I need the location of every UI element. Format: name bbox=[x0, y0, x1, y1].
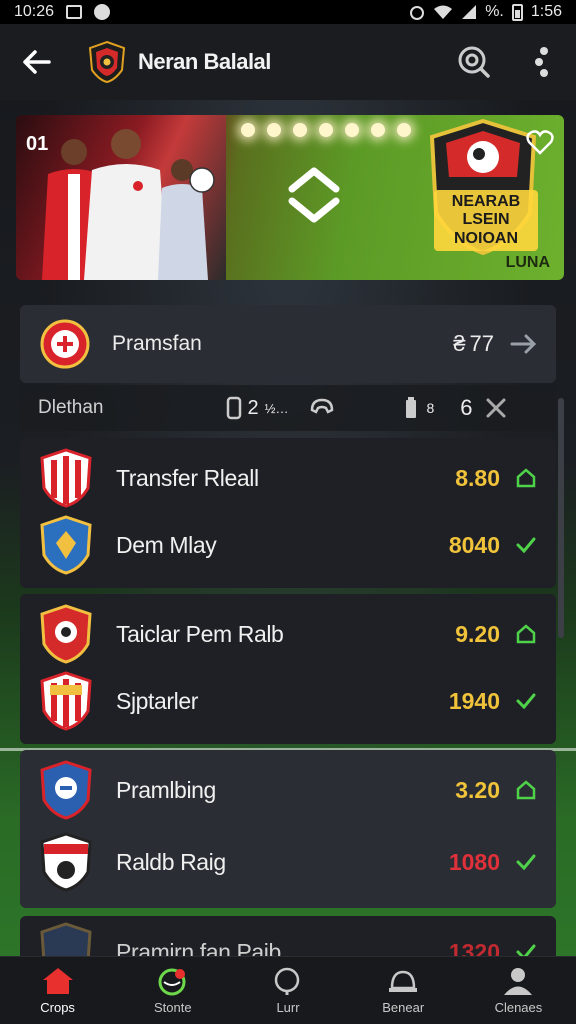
nav-item-search[interactable]: Lurr bbox=[230, 957, 345, 1024]
alarm-icon bbox=[410, 6, 425, 20]
team-row[interactable]: Raldb Raig 1080 bbox=[20, 830, 556, 894]
app-notification-icon bbox=[94, 4, 111, 20]
stadium-lights bbox=[241, 123, 411, 137]
nav-label: Stonte bbox=[154, 1000, 192, 1015]
match-card[interactable]: Pramlbing 3.20 Raldb Raig 1080 bbox=[20, 750, 556, 908]
home-icon bbox=[514, 778, 538, 802]
nav-item-store[interactable]: Stonte bbox=[115, 957, 230, 1024]
home-icon bbox=[42, 968, 73, 994]
search-icon bbox=[458, 46, 490, 78]
team-name: Dem Mlay bbox=[116, 531, 217, 558]
filter-d-value: 6 bbox=[460, 395, 473, 420]
nav-label: Lurr bbox=[276, 1000, 300, 1015]
wifi-icon bbox=[434, 5, 453, 19]
odds-value[interactable]: 8040 bbox=[449, 532, 500, 559]
nav-label: Benear bbox=[382, 1000, 425, 1015]
status-time: 10:26 bbox=[14, 3, 55, 20]
heart-outline-icon[interactable] bbox=[526, 129, 554, 155]
search-button[interactable] bbox=[454, 42, 494, 82]
close-icon[interactable] bbox=[485, 397, 507, 419]
app-logo bbox=[88, 40, 126, 84]
nav-label: Crops bbox=[40, 1000, 75, 1015]
nav-item-profile[interactable]: Clenaes bbox=[461, 957, 576, 1024]
home-icon bbox=[514, 622, 538, 646]
app-bar: Neran Balalal bbox=[0, 24, 576, 100]
bell-icon bbox=[389, 970, 418, 992]
scrollbar[interactable] bbox=[558, 398, 564, 638]
profile-icon bbox=[504, 968, 533, 995]
check-icon bbox=[514, 850, 538, 874]
coin-icon: ₴ bbox=[453, 331, 466, 356]
odds-value[interactable]: 3.20 bbox=[455, 777, 500, 804]
pinned-count: ₴ 77 bbox=[453, 331, 494, 357]
collapse-icon[interactable] bbox=[510, 333, 536, 355]
odds-value[interactable]: 1940 bbox=[449, 688, 500, 715]
ball-icon bbox=[158, 968, 186, 996]
filter-chip-a[interactable]: 2 ½… bbox=[226, 396, 289, 420]
odds-value[interactable]: 9.20 bbox=[455, 621, 500, 648]
battery-filter-icon bbox=[406, 397, 417, 418]
swap-chevrons-icon[interactable] bbox=[284, 163, 344, 227]
club-crest-icon bbox=[40, 319, 90, 369]
status-bar: 10:26 %. 1:56 bbox=[0, 0, 576, 24]
banner-club-name: NEARAB LSEIN NOIOAN bbox=[434, 190, 538, 252]
club-crest-icon bbox=[40, 832, 92, 892]
team-name: Taiclar Pem Ralb bbox=[116, 620, 284, 647]
featured-banner[interactable]: 01 NEARAB LSEIN NOIOAN LUNA bbox=[16, 115, 564, 280]
team-name: Transfer Rleall bbox=[116, 464, 259, 491]
team-row[interactable]: Transfer Rleall 8.80 bbox=[20, 446, 556, 510]
signal-icon bbox=[462, 5, 477, 19]
match-card[interactable]: Transfer Rleall 8.80 Dem Mlay 8040 bbox=[20, 438, 556, 588]
arrow-left-icon bbox=[23, 50, 51, 74]
filter-c-value: 8 bbox=[426, 400, 435, 416]
banner-league-label: LUNA bbox=[505, 254, 550, 271]
banner-players-panel: 01 bbox=[16, 115, 226, 280]
team-name: Raldb Raig bbox=[116, 848, 226, 875]
club-crest-icon bbox=[40, 671, 92, 731]
pinned-team-name: Pramsfan bbox=[112, 332, 202, 355]
search-icon bbox=[274, 967, 300, 995]
status-battery-text: 1:56 bbox=[530, 3, 562, 20]
team-row[interactable]: Pramlbing 3.20 bbox=[20, 758, 556, 822]
club-crest-icon bbox=[40, 604, 92, 664]
pinned-team-row[interactable]: Pramsfan ₴ 77 bbox=[20, 305, 556, 383]
filter-a-value: 2 bbox=[247, 396, 259, 419]
check-icon bbox=[514, 689, 538, 713]
odds-value[interactable]: 1080 bbox=[449, 849, 500, 876]
check-icon bbox=[514, 533, 538, 557]
nav-label: Clenaes bbox=[494, 1000, 543, 1015]
nav-item-home[interactable]: Crops bbox=[0, 957, 115, 1024]
team-row[interactable]: Sjptarler 1940 bbox=[20, 669, 556, 733]
back-button[interactable] bbox=[18, 44, 54, 80]
phone-icon bbox=[226, 396, 241, 420]
club-crest-icon bbox=[40, 515, 92, 575]
club-crest-icon bbox=[40, 448, 92, 508]
bottom-nav: Crops Stonte Lurr Benear Clenaes bbox=[0, 956, 576, 1024]
filter-chip-c[interactable]: 8 bbox=[404, 396, 434, 420]
team-name: Pramlbing bbox=[116, 776, 216, 803]
more-button[interactable] bbox=[528, 42, 558, 82]
phone-ring-icon[interactable] bbox=[308, 396, 336, 420]
club-crest-icon bbox=[40, 760, 92, 820]
player-image bbox=[158, 159, 215, 280]
filter-label: Dlethan bbox=[38, 397, 104, 418]
team-row[interactable]: Dem Mlay 8040 bbox=[20, 513, 556, 577]
home-icon bbox=[514, 466, 538, 490]
pinned-count-value: 77 bbox=[469, 331, 494, 356]
team-row[interactable]: Taiclar Pem Ralb 9.20 bbox=[20, 602, 556, 666]
battery-percent: %. bbox=[485, 3, 504, 20]
team-name: Sjptarler bbox=[116, 687, 199, 714]
match-card[interactable]: Taiclar Pem Ralb 9.20 Sjptarler 1940 bbox=[20, 594, 556, 744]
more-dots-icon bbox=[535, 47, 548, 77]
filter-bar: Dlethan 2 ½… 8 6 bbox=[20, 385, 556, 431]
banner-badge: 01 bbox=[26, 133, 49, 155]
app-title: Neran Balalal bbox=[138, 49, 271, 74]
battery-icon bbox=[511, 3, 523, 21]
gallery-icon bbox=[66, 5, 83, 19]
filter-a-suffix: ½… bbox=[264, 400, 289, 416]
nav-item-notifications[interactable]: Benear bbox=[346, 957, 461, 1024]
odds-value[interactable]: 8.80 bbox=[455, 465, 500, 492]
